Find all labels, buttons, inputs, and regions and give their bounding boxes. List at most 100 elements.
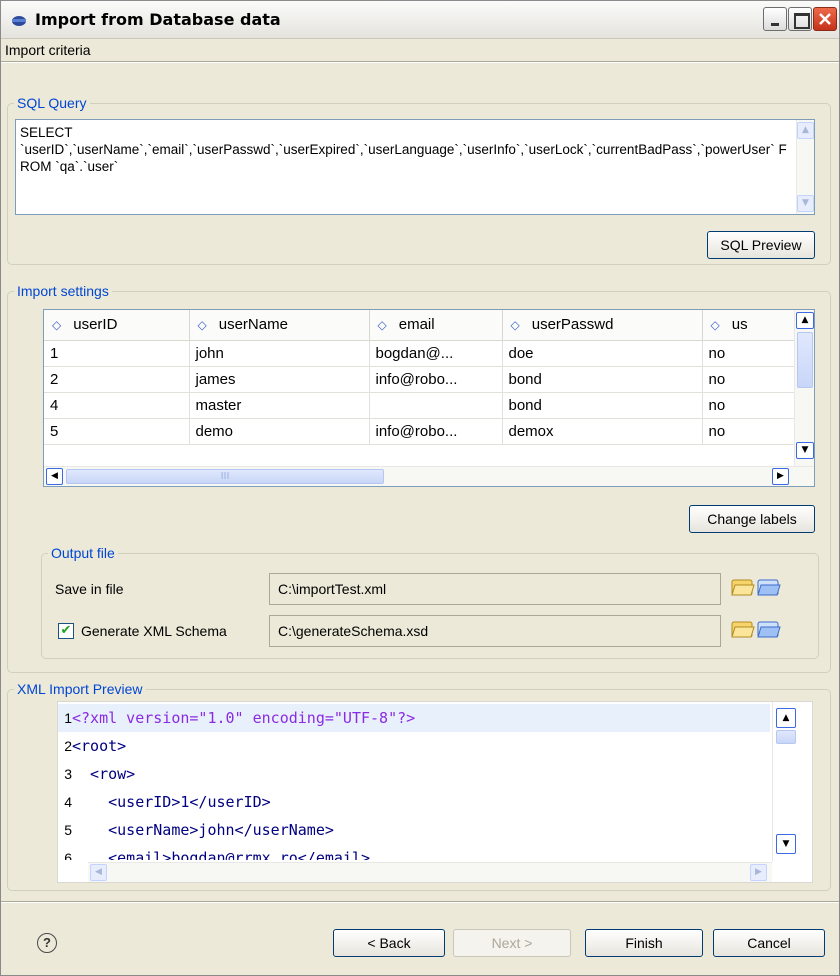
table-row[interactable]: 5 demo info@robo... demox no: [44, 418, 799, 445]
output-file-label: Output file: [48, 545, 118, 561]
xml-line-text: <userID>1</userID>: [72, 793, 271, 811]
help-icon[interactable]: ?: [37, 933, 57, 953]
column-type-icon: ◇: [197, 318, 207, 333]
xml-line-text: <row>: [72, 765, 136, 783]
line-number: 2: [64, 738, 72, 754]
sql-query-text: SELECT `userID`,`userName`,`email`,`user…: [20, 125, 787, 174]
table-cell[interactable]: bogdan@...: [369, 340, 503, 367]
xml-preview-area[interactable]: 1<?xml version="1.0" encoding="UTF-8"?> 2…: [57, 701, 813, 883]
line-number: 4: [64, 794, 72, 810]
xml-line-text: <userName>john</userName>: [72, 821, 334, 839]
sql-query-textarea[interactable]: SELECT `userID`,`userName`,`email`,`user…: [15, 119, 815, 215]
column-header[interactable]: ◇ userName: [189, 310, 370, 341]
table-horizontal-scrollbar[interactable]: ◀ III ▶: [44, 466, 814, 486]
cancel-button[interactable]: Cancel: [713, 929, 825, 957]
table-cell[interactable]: 2: [44, 366, 190, 393]
window-title: Import from Database data: [35, 10, 281, 29]
maximize-button[interactable]: [788, 7, 812, 31]
scroll-up-icon[interactable]: ▲: [776, 708, 796, 728]
table-row[interactable]: 2 james info@robo... bond no: [44, 366, 799, 393]
scroll-down-icon[interactable]: ▼: [796, 442, 814, 459]
back-button[interactable]: < Back: [333, 929, 445, 957]
table-cell[interactable]: 5: [44, 418, 190, 445]
column-header[interactable]: ◇ userPasswd: [502, 310, 703, 341]
sql-vertical-scrollbar[interactable]: ▲ ▼: [796, 120, 814, 214]
table-cell[interactable]: bond: [502, 366, 703, 393]
minimize-button[interactable]: [763, 7, 787, 31]
table-cell[interactable]: no: [702, 392, 799, 419]
table-cell[interactable]: john: [189, 340, 370, 367]
table-cell[interactable]: info@robo...: [369, 366, 503, 393]
scroll-up-icon[interactable]: ▲: [797, 122, 814, 139]
table-row[interactable]: 1 john bogdan@... doe no: [44, 340, 799, 367]
xml-line: 5 <userName>john</userName>: [58, 816, 770, 844]
change-labels-button[interactable]: Change labels: [689, 505, 815, 533]
xml-vertical-scrollbar[interactable]: ▲ ▼: [772, 702, 812, 862]
table-cell[interactable]: no: [702, 366, 799, 393]
line-number: 1: [64, 710, 72, 726]
xml-vscroll-thumb[interactable]: [776, 730, 796, 744]
xml-line-text: <email>bogdan@rrmx.ro</email>: [72, 849, 371, 860]
table-cell[interactable]: no: [702, 418, 799, 445]
table-cell[interactable]: james: [189, 366, 370, 393]
xml-line-text: <root>: [72, 737, 127, 755]
save-in-file-label: Save in file: [55, 581, 124, 597]
scroll-right-icon[interactable]: ▶: [772, 468, 789, 485]
line-number: 3: [64, 766, 72, 782]
scroll-right-icon[interactable]: ▶: [750, 864, 767, 881]
table-cell[interactable]: master: [189, 392, 370, 419]
scroll-left-icon[interactable]: ◀: [46, 468, 63, 485]
scroll-left-icon[interactable]: ◀: [90, 864, 107, 881]
close-icon: [819, 13, 831, 25]
table-cell[interactable]: [369, 392, 503, 419]
scroll-down-icon[interactable]: ▼: [776, 834, 796, 854]
column-header-label: us: [731, 316, 748, 334]
save-path-field[interactable]: C:\importTest.xml: [269, 573, 721, 605]
table-vertical-scrollbar[interactable]: ▲ ▼: [794, 310, 814, 468]
open-folder-icon[interactable]: [731, 619, 755, 639]
table-row[interactable]: 4 master bond no: [44, 392, 799, 419]
import-grid: ◇ userID ◇ userName ◇ email ◇ userPasswd ◇ us 1 jo…: [44, 310, 799, 445]
scroll-down-icon[interactable]: ▼: [797, 195, 814, 212]
column-header[interactable]: ◇ us: [702, 310, 799, 341]
column-header-label: email: [398, 316, 435, 334]
import-table[interactable]: ◇ userID ◇ userName ◇ email ◇ userPasswd ◇ us 1 jo…: [43, 309, 815, 487]
column-header-label: userID: [73, 316, 118, 334]
browse-folder-icon[interactable]: [757, 577, 781, 597]
table-cell[interactable]: bond: [502, 392, 703, 419]
table-vscroll-thumb[interactable]: [797, 332, 813, 388]
table-hscroll-thumb[interactable]: III: [66, 469, 384, 484]
table-cell[interactable]: no: [702, 340, 799, 367]
generate-schema-checkbox[interactable]: ✔: [58, 623, 74, 639]
finish-button[interactable]: Finish: [585, 929, 703, 957]
schema-path-field[interactable]: C:\generateSchema.xsd: [269, 615, 721, 647]
xml-line: 6 <email>bogdan@rrmx.ro</email>: [58, 844, 770, 860]
footer-divider: [1, 901, 839, 903]
page-subtitle: Import criteria: [5, 42, 91, 58]
table-cell[interactable]: demox: [502, 418, 703, 445]
scroll-up-icon[interactable]: ▲: [796, 312, 814, 329]
generate-schema-label: Generate XML Schema: [81, 623, 227, 639]
xml-line: 2<root>: [58, 732, 770, 760]
table-cell[interactable]: info@robo...: [369, 418, 503, 445]
column-header-label: userPasswd: [531, 316, 614, 334]
xml-line: 4 <userID>1</userID>: [58, 788, 770, 816]
column-type-icon: ◇: [377, 318, 387, 333]
column-type-icon: ◇: [710, 318, 720, 333]
next-button[interactable]: Next >: [453, 929, 571, 957]
import-dialog: Import from Database data Import criteri…: [0, 0, 840, 976]
line-number: 6: [64, 850, 72, 860]
sql-preview-button[interactable]: SQL Preview: [707, 231, 815, 259]
column-header[interactable]: ◇ userID: [44, 310, 190, 341]
browse-folder-icon[interactable]: [757, 619, 781, 639]
xml-line-text: <?xml version="1.0" encoding="UTF-8"?>: [72, 709, 416, 727]
column-header[interactable]: ◇ email: [369, 310, 503, 341]
table-cell[interactable]: doe: [502, 340, 703, 367]
table-cell[interactable]: demo: [189, 418, 370, 445]
table-cell[interactable]: 4: [44, 392, 190, 419]
table-cell[interactable]: 1: [44, 340, 190, 367]
title-bar[interactable]: Import from Database data: [1, 1, 839, 39]
open-folder-icon[interactable]: [731, 577, 755, 597]
xml-horizontal-scrollbar[interactable]: ◀ ▶: [88, 862, 772, 882]
close-button[interactable]: [813, 7, 837, 31]
